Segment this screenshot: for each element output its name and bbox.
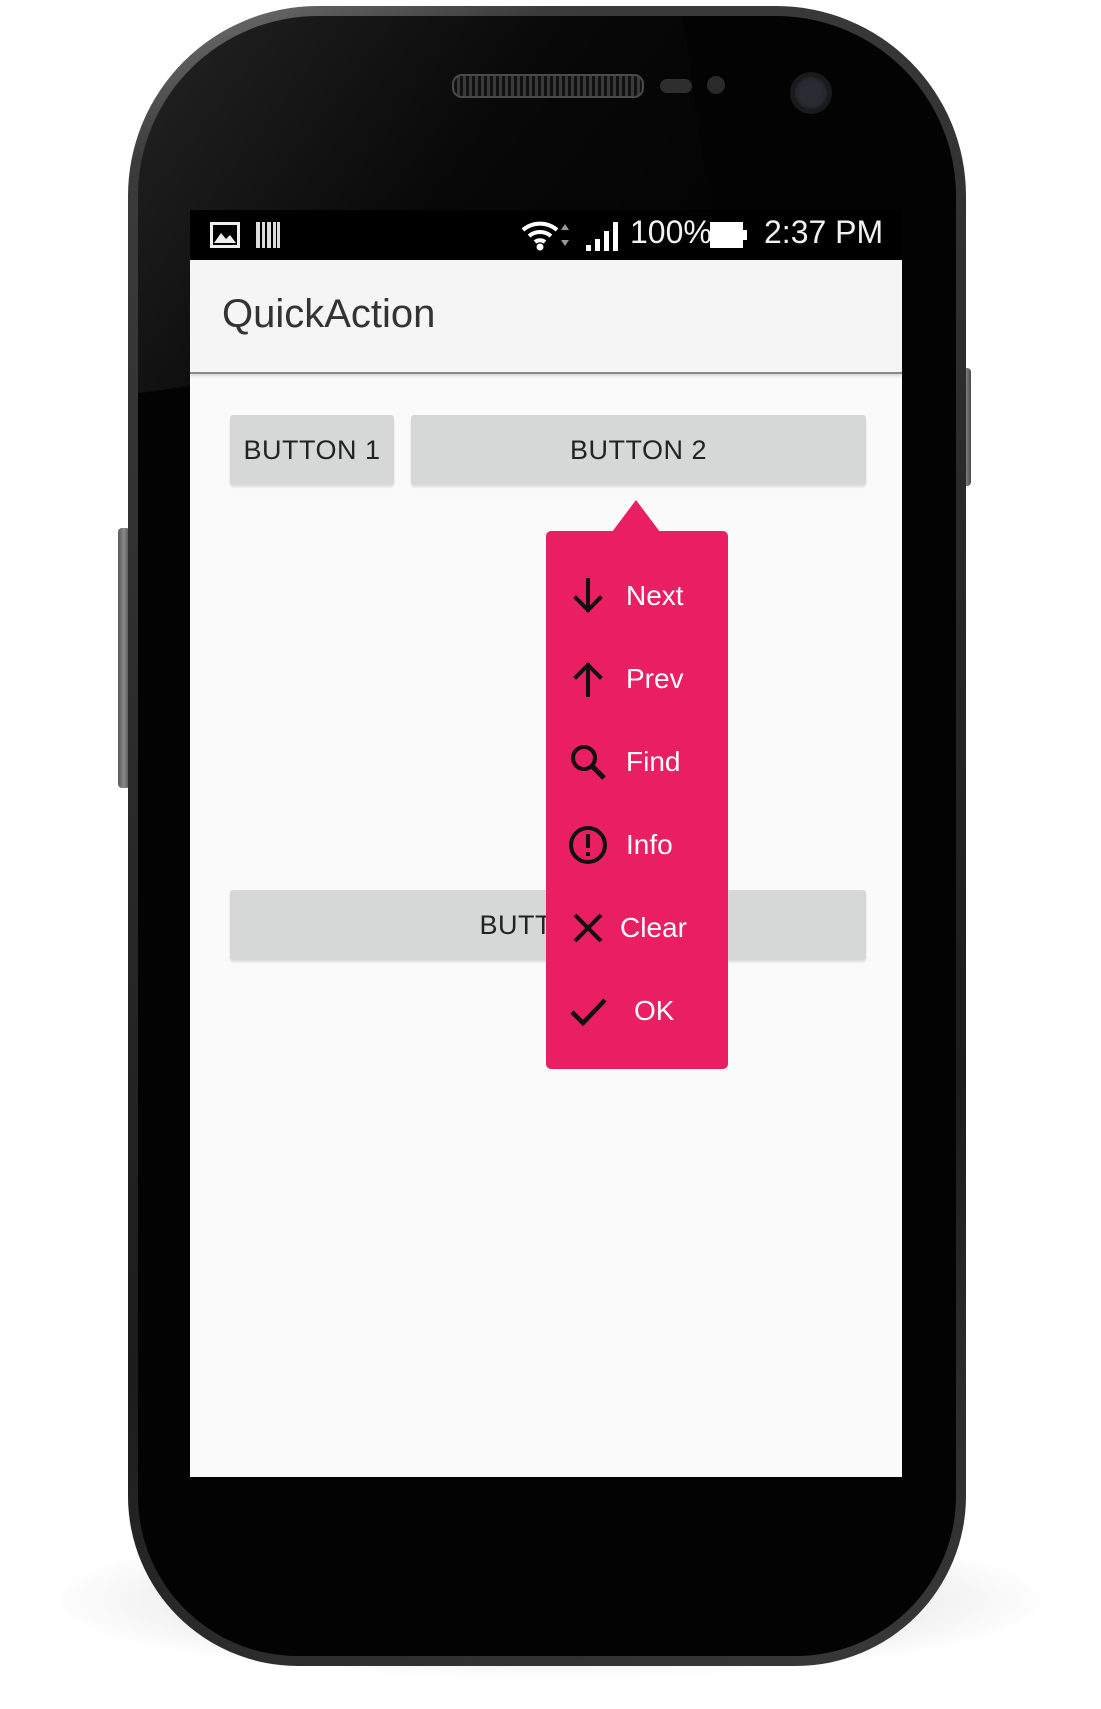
quick-action-label: Prev — [626, 663, 684, 694]
quick-action-next[interactable]: Next — [546, 554, 728, 637]
button-1[interactable]: BUTTON 1 — [230, 415, 394, 485]
quick-action-popup: Next Prev Find Info Clear OK — [546, 531, 728, 1069]
earpiece-speaker — [452, 74, 644, 98]
app-bar: QuickAction — [190, 260, 902, 374]
barcode-icon — [256, 222, 280, 248]
battery-icon — [710, 222, 747, 248]
battery-percent: 100% — [630, 214, 712, 250]
proximity-sensor — [660, 79, 692, 93]
page-title: QuickAction — [222, 292, 436, 336]
clock: 2:37 PM — [764, 214, 884, 250]
signal-icon — [586, 222, 618, 251]
quick-action-label: Find — [626, 746, 681, 777]
button-2[interactable]: BUTTON 2 — [411, 415, 866, 485]
button-1-label: BUTTON 1 — [243, 434, 381, 465]
quick-action-pointer — [612, 500, 660, 532]
quick-action-info[interactable]: Info — [546, 803, 728, 886]
close-icon — [573, 913, 603, 943]
quick-action-label: Next — [626, 580, 684, 611]
gallery-icon — [210, 222, 240, 248]
front-camera — [790, 72, 832, 114]
quick-action-label: OK — [634, 995, 675, 1026]
quick-action-prev[interactable]: Prev — [546, 637, 728, 720]
quick-action-label: Info — [626, 829, 673, 860]
arrow-down-icon — [573, 578, 603, 613]
quick-action-ok[interactable]: OK — [546, 969, 728, 1052]
status-bar: 100% 2:37 PM — [190, 210, 902, 260]
button-2-label: BUTTON 2 — [569, 434, 708, 465]
screen: 100% 2:37 PM QuickAction BUTTON 1 BUTTON… — [190, 210, 902, 1477]
check-icon — [570, 998, 607, 1027]
quick-action-find[interactable]: Find — [546, 720, 728, 803]
arrow-up-icon — [573, 662, 603, 697]
search-icon — [571, 745, 606, 780]
wifi-icon — [521, 221, 569, 251]
quick-action-label: Clear — [620, 912, 687, 943]
info-icon — [569, 826, 607, 864]
quick-action-clear[interactable]: Clear — [546, 886, 728, 969]
light-sensor — [707, 76, 725, 94]
